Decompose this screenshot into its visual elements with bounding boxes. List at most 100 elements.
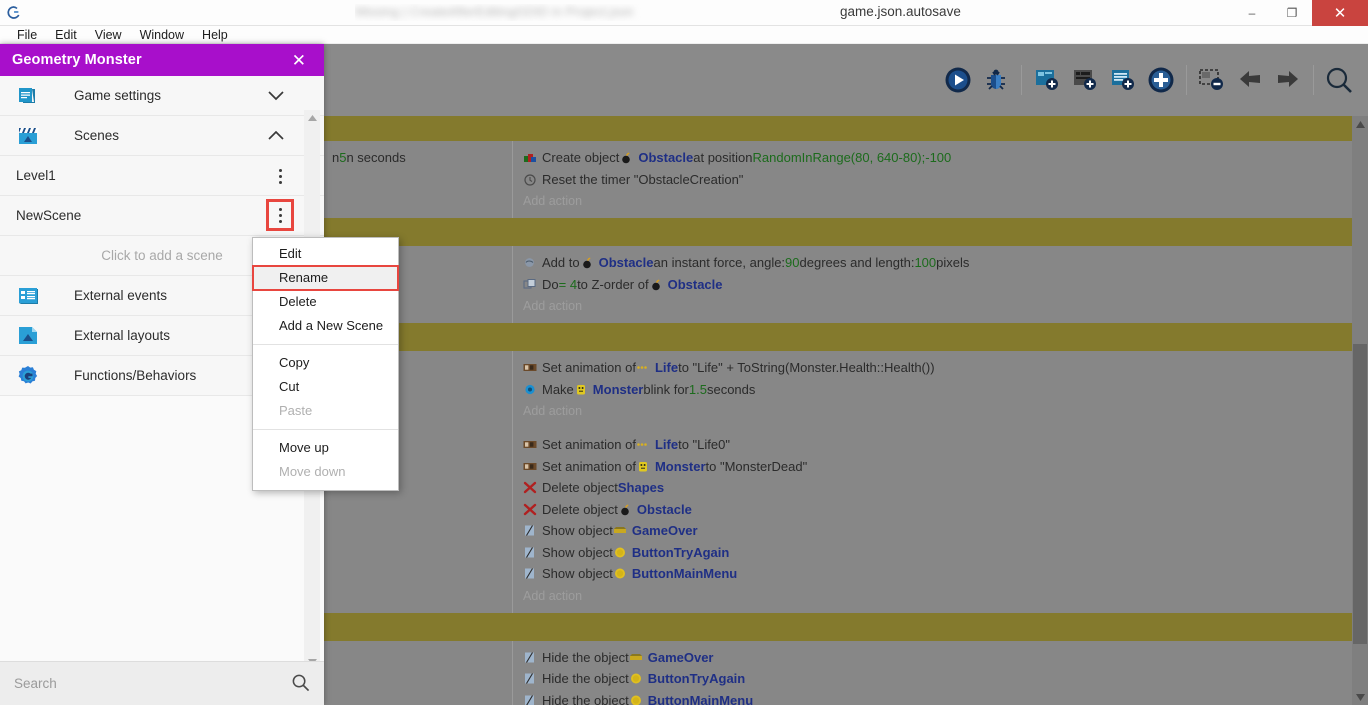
sidebar-item-scenes[interactable]: Scenes — [0, 116, 324, 156]
context-menu-item-paste: Paste — [253, 399, 398, 423]
action-text: seconds — [707, 379, 755, 401]
events-editor: n5n seconds Create object Obstacle at pos… — [324, 44, 1368, 705]
object-name: Obstacle — [637, 499, 692, 521]
delete-event-icon[interactable] — [1193, 57, 1231, 103]
action-line[interactable]: Show object ButtonMainMenu — [523, 563, 1346, 585]
event-actions-cell[interactable]: Create object Obstacle at position Rando… — [513, 141, 1352, 218]
event-actions-cell[interactable]: Set animation of Life to "Life" + ToStri… — [513, 351, 1352, 428]
search-input[interactable] — [14, 676, 291, 691]
redo-icon[interactable] — [1269, 57, 1307, 103]
button-icon — [613, 546, 628, 559]
menu-item-window[interactable]: Window — [131, 26, 193, 44]
condition-number: 5 — [339, 147, 346, 169]
scene-context-menu-button-highlighted[interactable] — [268, 201, 292, 229]
action-line[interactable]: Hide the object GameOver — [523, 647, 1346, 669]
add-action-link[interactable]: Add action — [523, 400, 1346, 422]
add-action-link[interactable]: Add action — [523, 295, 1346, 317]
scroll-down-arrow-icon[interactable] — [1352, 689, 1368, 705]
scroll-up-arrow-icon[interactable] — [1352, 116, 1368, 132]
add-action-link[interactable]: Add action — [523, 190, 1346, 212]
action-line[interactable]: Create object Obstacle at position Rando… — [523, 147, 1346, 169]
sidebar-item-game-settings[interactable]: Game settings — [0, 76, 324, 116]
event-row[interactable]: Hide the object GameOverHide the object … — [324, 641, 1352, 705]
event-row[interactable]: Set animation of Life to "Life0"Set anim… — [324, 428, 1352, 613]
object-name: ButtonTryAgain — [632, 542, 730, 564]
event-group-bar[interactable] — [324, 323, 1352, 351]
object-name: Shapes — [618, 477, 664, 499]
events-list[interactable]: n5n seconds Create object Obstacle at pos… — [324, 116, 1352, 705]
zorder-icon — [523, 278, 538, 291]
play-preview-icon[interactable] — [939, 57, 977, 103]
menu-item-view[interactable]: View — [86, 26, 131, 44]
action-line[interactable]: Add to Obstacle an instant force, angle:… — [523, 252, 1346, 274]
object-name: ButtonMainMenu — [648, 690, 753, 705]
add-condition-icon[interactable] — [1142, 57, 1180, 103]
menu-item-help[interactable]: Help — [193, 26, 237, 44]
scenes-clapperboard-icon — [16, 124, 50, 148]
action-line[interactable]: Hide the object ButtonTryAgain — [523, 668, 1346, 690]
action-line[interactable]: Set animation of Life to "Life" + ToStri… — [523, 357, 1346, 379]
action-line[interactable]: Hide the object ButtonMainMenu — [523, 690, 1346, 705]
event-group-bar[interactable] — [324, 116, 1352, 141]
action-text: Do — [542, 274, 559, 296]
create-object-icon — [523, 151, 538, 164]
panel-scroll-up-arrow-icon[interactable] — [304, 110, 320, 126]
context-menu-item-cut[interactable]: Cut — [253, 375, 398, 399]
panel-search-bar[interactable] — [0, 661, 324, 705]
event-group-bar[interactable] — [324, 613, 1352, 641]
toolbar-separator — [1186, 65, 1187, 95]
context-menu-item-rename[interactable]: Rename — [253, 266, 398, 290]
maximize-button[interactable]: ❐ — [1272, 0, 1312, 26]
scene-context-menu[interactable]: EditRenameDeleteAdd a New Scene CopyCutPa… — [252, 237, 399, 491]
event-row[interactable]: Add to Obstacle an instant force, angle:… — [324, 246, 1352, 323]
undo-icon[interactable] — [1231, 57, 1269, 103]
event-row[interactable]: n5n seconds Create object Obstacle at pos… — [324, 141, 1352, 218]
event-group-bar[interactable] — [324, 218, 1352, 246]
action-line[interactable]: Show object ButtonTryAgain — [523, 542, 1346, 564]
toolbar-separator — [1313, 65, 1314, 95]
action-line[interactable]: Set animation of Monster to "MonsterDead… — [523, 456, 1346, 478]
scene-item-level1[interactable]: Level1 — [0, 156, 324, 196]
close-window-button[interactable]: ✕ — [1312, 0, 1368, 26]
action-line[interactable]: Do = 4 to Z-order of Obstacle — [523, 274, 1346, 296]
action-text: Delete object — [542, 499, 618, 521]
action-line[interactable]: Delete object Obstacle — [523, 499, 1346, 521]
add-event-icon[interactable] — [1028, 57, 1066, 103]
debug-bug-icon[interactable] — [977, 57, 1015, 103]
visibility-icon — [523, 567, 538, 580]
force-icon — [523, 256, 538, 269]
minimize-button[interactable]: – — [1232, 0, 1272, 26]
context-menu-item-copy[interactable]: Copy — [253, 351, 398, 375]
action-line[interactable]: Reset the timer "ObstacleCreation" — [523, 169, 1346, 191]
add-action-link[interactable]: Add action — [523, 585, 1346, 607]
menu-item-file[interactable]: File — [8, 26, 46, 44]
scene-context-menu-button[interactable] — [268, 164, 292, 188]
event-actions-cell[interactable]: Hide the object GameOverHide the object … — [513, 641, 1352, 705]
external-events-icon — [16, 284, 50, 308]
condition-line[interactable]: n5n seconds — [332, 147, 506, 169]
context-menu-item-edit[interactable]: Edit — [253, 242, 398, 266]
context-menu-item-delete[interactable]: Delete — [253, 290, 398, 314]
search-icon[interactable] — [291, 673, 310, 695]
panel-close-icon[interactable]: ✕ — [286, 52, 312, 69]
scrollbar-thumb[interactable] — [1353, 344, 1367, 644]
context-menu-item-move-up[interactable]: Move up — [253, 436, 398, 460]
event-actions-cell[interactable]: Add to Obstacle an instant force, angle:… — [513, 246, 1352, 323]
event-conditions-cell[interactable]: n5n seconds — [324, 141, 513, 218]
event-row[interactable]: Set animation of Life to "Life" + ToStri… — [324, 351, 1352, 428]
events-vertical-scrollbar[interactable] — [1352, 116, 1368, 705]
menu-item-edit[interactable]: Edit — [46, 26, 86, 44]
context-menu-item-add-a-new-scene[interactable]: Add a New Scene — [253, 314, 398, 338]
action-line[interactable]: Delete object Shapes — [523, 477, 1346, 499]
chevron-down-icon[interactable] — [268, 76, 284, 116]
add-sub-event-icon[interactable] — [1066, 57, 1104, 103]
search-events-icon[interactable] — [1320, 57, 1358, 103]
event-conditions-cell[interactable] — [324, 641, 513, 705]
add-comment-icon[interactable] — [1104, 57, 1142, 103]
action-line[interactable]: Set animation of Life to "Life0" — [523, 434, 1346, 456]
action-line[interactable]: Make Monster blink for 1.5 seconds — [523, 379, 1346, 401]
action-line[interactable]: Show object GameOver — [523, 520, 1346, 542]
chevron-up-icon[interactable] — [268, 116, 284, 156]
event-actions-cell[interactable]: Set animation of Life to "Life0"Set anim… — [513, 428, 1352, 613]
scene-item-newscene[interactable]: NewScene — [0, 196, 324, 236]
